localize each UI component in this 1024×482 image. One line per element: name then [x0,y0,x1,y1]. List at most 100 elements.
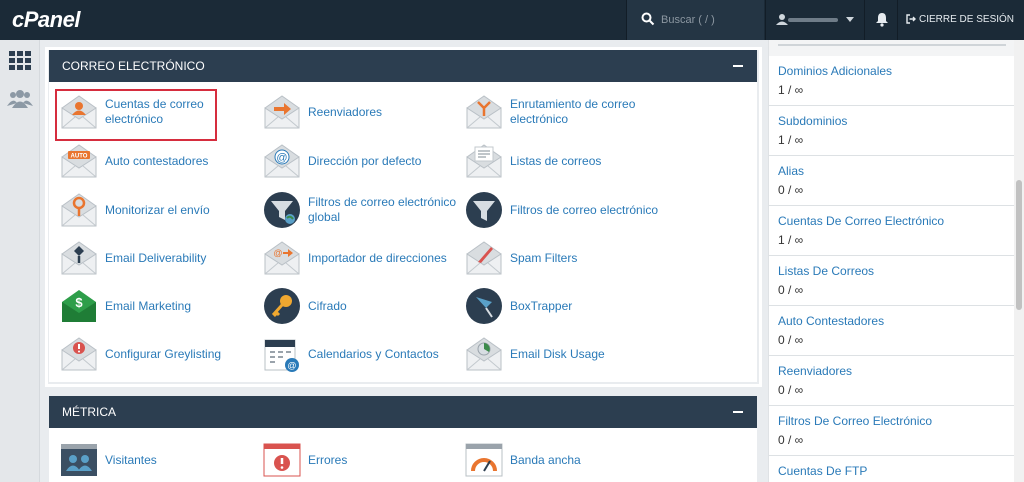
email-tool-item[interactable]: $ Email Marketing [59,284,191,328]
user-menu[interactable] [765,0,863,40]
email-tool-label-line: Filtros de correo electrónico [308,195,457,209]
sidebar-home-button[interactable] [6,48,34,74]
stat-label[interactable]: Alias [778,164,804,178]
metrics-section-title: MÉTRICA [62,405,116,419]
greylisting-icon [59,334,99,374]
address-importer-icon: @ [262,238,302,278]
stat-label[interactable]: Listas De Correos [778,264,874,278]
metrics-section: MÉTRICA Visitantes Errores Banda ancha [49,396,757,482]
email-tool-label: Filtros de correo electrónico [510,203,658,218]
email-tool-label-line: Cifrado [308,298,347,313]
svg-text:AUTO: AUTO [71,154,88,160]
stat-label[interactable]: Reenviadores [778,364,852,378]
metric-item[interactable]: Banda ancha [464,438,581,482]
metric-item[interactable]: Visitantes [59,438,157,482]
email-section-title: CORREO ELECTRÓNICO [62,59,205,73]
stat-label[interactable]: Auto Contestadores [778,314,884,328]
email-section-header[interactable]: CORREO ELECTRÓNICO [49,50,757,82]
email-tool-item[interactable]: Cifrado [262,284,347,328]
stat-value: 0 / ∞ [778,333,804,347]
left-sidebar [0,40,40,482]
search-icon [641,12,655,26]
svg-text:$: $ [75,295,83,310]
cpanel-logo[interactable]: cPanel [12,7,80,33]
stat-label[interactable]: Dominios Adicionales [778,64,892,78]
scrollbar-thumb[interactable] [1016,180,1022,310]
stat-row: Auto Contestadores 0 / ∞ [769,306,1015,356]
errors-icon [262,440,302,480]
search-input[interactable] [661,10,759,30]
email-tool-label: Configurar Greylisting [105,347,221,362]
stat-label[interactable]: Filtros De Correo Electrónico [778,414,932,428]
email-tool-label: Email Disk Usage [510,347,605,362]
email-tool-item[interactable]: Filtros de correo electrónico [464,188,658,232]
collapse-icon[interactable] [733,65,743,67]
bell-icon [876,13,888,27]
email-tool-item[interactable]: Spam Filters [464,236,577,280]
metric-label: Visitantes [105,452,157,467]
email-tool-label-line: Calendarios y Contactos [308,346,439,361]
search-box[interactable] [626,0,764,40]
email-tool-item[interactable]: @ Calendarios y Contactos [262,332,439,376]
scrollbar[interactable] [1014,40,1024,482]
encryption-icon [262,286,302,326]
logout-label: CIERRE DE SESIÓN [919,14,1015,25]
email-marketing-icon: $ [59,286,99,326]
global-email-filters-icon [262,190,302,230]
calendars-contacts-icon: @ [262,334,302,374]
metrics-section-header[interactable]: MÉTRICA [49,396,757,428]
email-tool-label: Dirección por defecto [308,154,421,169]
email-tool-label: Spam Filters [510,251,577,266]
email-deliverability-icon [59,238,99,278]
email-tool-label-line: Listas de correos [510,153,602,168]
stat-row: Dominios Adicionales 1 / ∞ [769,56,1015,106]
stat-row: Listas De Correos 0 / ∞ [769,256,1015,306]
email-tool-item[interactable]: AUTO Auto contestadores [59,139,208,183]
chevron-down-icon [846,17,854,22]
email-tool-item[interactable]: Enrutamiento de correo electrónico [464,90,635,134]
email-tool-item[interactable]: Listas de correos [464,139,601,183]
email-tool-item[interactable]: Reenviadores [262,90,382,134]
mailing-lists-icon [464,141,504,181]
stat-row: Alias 0 / ∞ [769,156,1015,206]
email-tool-item[interactable]: Configurar Greylisting [59,332,221,376]
email-tool-label-line: electrónico [510,112,569,126]
stat-value: 1 / ∞ [778,133,804,147]
collapse-icon[interactable] [733,411,743,413]
logout-button[interactable]: CIERRE DE SESIÓN [906,0,1014,40]
notifications-button[interactable] [864,0,898,40]
email-tool-item[interactable]: BoxTrapper [464,284,572,328]
email-tool-label: Email Deliverability [105,251,206,266]
stat-value: 1 / ∞ [778,83,804,97]
email-tool-label-line: BoxTrapper [510,298,573,313]
email-tool-label-line: Reenviadores [308,104,383,119]
email-tool-label-line: Importador de direcciones [308,250,447,265]
email-tool-label: Auto contestadores [105,154,208,169]
email-tool-label-line: Dirección por defecto [308,153,422,168]
stat-label[interactable]: Cuentas De Correo Electrónico [778,214,944,228]
email-tool-label-line: Email Disk Usage [510,346,605,361]
email-tool-label-line: Auto contestadores [105,153,209,168]
email-tool-item[interactable]: @ Importador de direcciones [262,236,447,280]
stat-label[interactable]: Cuentas De FTP [778,464,867,478]
email-tool-label: Enrutamiento de correo electrónico [510,97,635,127]
stat-label[interactable]: Subdominios [778,114,847,128]
email-tool-item[interactable]: @ Dirección por defecto [262,139,421,183]
email-tool-label: BoxTrapper [510,299,572,314]
email-tool-label: Email Marketing [105,299,191,314]
user-icon [776,14,788,25]
email-tool-item[interactable]: Monitorizar el envío [59,188,210,232]
grid-icon [9,51,31,70]
metric-item[interactable]: Errores [262,438,347,482]
sidebar-users-button[interactable] [6,86,34,112]
email-tool-item[interactable]: Filtros de correo electrónico global [262,188,456,232]
stat-row: Cuentas De Correo Electrónico 1 / ∞ [769,206,1015,256]
stat-row: Reenviadores 0 / ∞ [769,356,1015,406]
email-disk-usage-icon [464,334,504,374]
metric-label: Errores [308,452,348,467]
email-tool-label-line: Filtros de correo electrónico [510,202,659,217]
email-tool-label-line: Enrutamiento de correo [510,97,636,111]
stat-value: 0 / ∞ [778,433,804,447]
email-tool-item[interactable]: Email Deliverability [59,236,206,280]
email-tool-item[interactable]: Email Disk Usage [464,332,605,376]
